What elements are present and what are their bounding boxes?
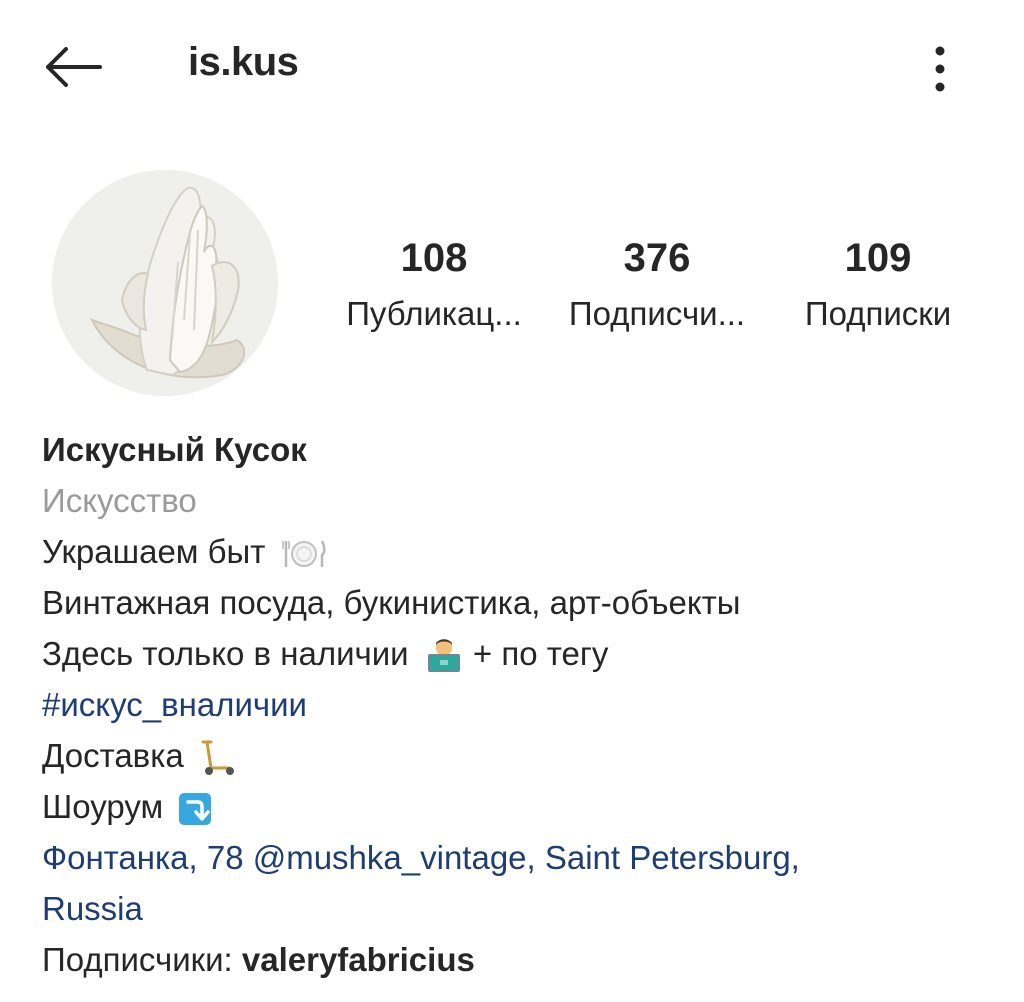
avatar[interactable] [52,170,278,396]
hashtag-link[interactable]: #искус_вналичии [42,679,1002,730]
bio-text: Шоурум [42,788,164,825]
more-vertical-icon [935,46,945,92]
followers-label: Подписчи... [568,295,746,332]
bio-line: Доставка [42,730,1002,781]
bio-text: Украшаем быт [42,533,266,570]
technologist-icon [427,639,460,673]
address-link-continued[interactable]: Russia [42,883,1002,934]
scooter-icon [201,740,234,776]
following-count: 109 [844,236,912,280]
profile-username: is.kus [188,40,299,84]
bio-text: Здесь только в наличии [42,635,409,672]
bio-text: Доставка [42,737,184,774]
following-stat[interactable]: 109 Подписки [790,232,966,338]
bio-line: Здесь только в наличии + по тегу [42,628,1002,679]
bio-text: + по тегу [472,635,609,672]
followed-by[interactable]: Подписчики: valeryfabricius [42,934,1002,985]
bio-line: Украшаем быт [42,526,1002,577]
back-button[interactable] [40,42,104,92]
followed-by-prefix: Подписчики: [42,941,233,978]
posts-label: Публикац... [346,295,522,332]
arrow-left-icon [46,47,102,87]
plate-fork-knife-icon [281,540,326,568]
bio-line: Винтажная посуда, букинистика, арт-объек… [42,584,741,621]
posts-stat[interactable]: 108 Публикац... [336,232,532,338]
profile-bio: Искусный Кусок Искусство Украшаем быт Ви… [42,424,1002,985]
more-options-button[interactable] [920,42,960,96]
followers-stat[interactable]: 376 Подписчи... [554,232,760,338]
followers-count: 376 [623,236,691,280]
profile-category: Искусство [42,482,197,519]
following-label: Подписки [804,295,952,332]
bio-line: Шоурум [42,781,1002,832]
praying-hands-icon [52,170,278,396]
arrow-down-box-icon [179,793,212,826]
address-link[interactable]: Фонтанка, 78 @mushka_vintage, Saint Pete… [42,832,1002,883]
posts-count: 108 [400,236,468,280]
followed-by-user[interactable]: valeryfabricius [242,941,475,978]
profile-page: is.kus 108 Публикац... 376 Подписчи... 1… [0,0,1024,1002]
profile-display-name: Искусный Кусок [42,431,307,468]
